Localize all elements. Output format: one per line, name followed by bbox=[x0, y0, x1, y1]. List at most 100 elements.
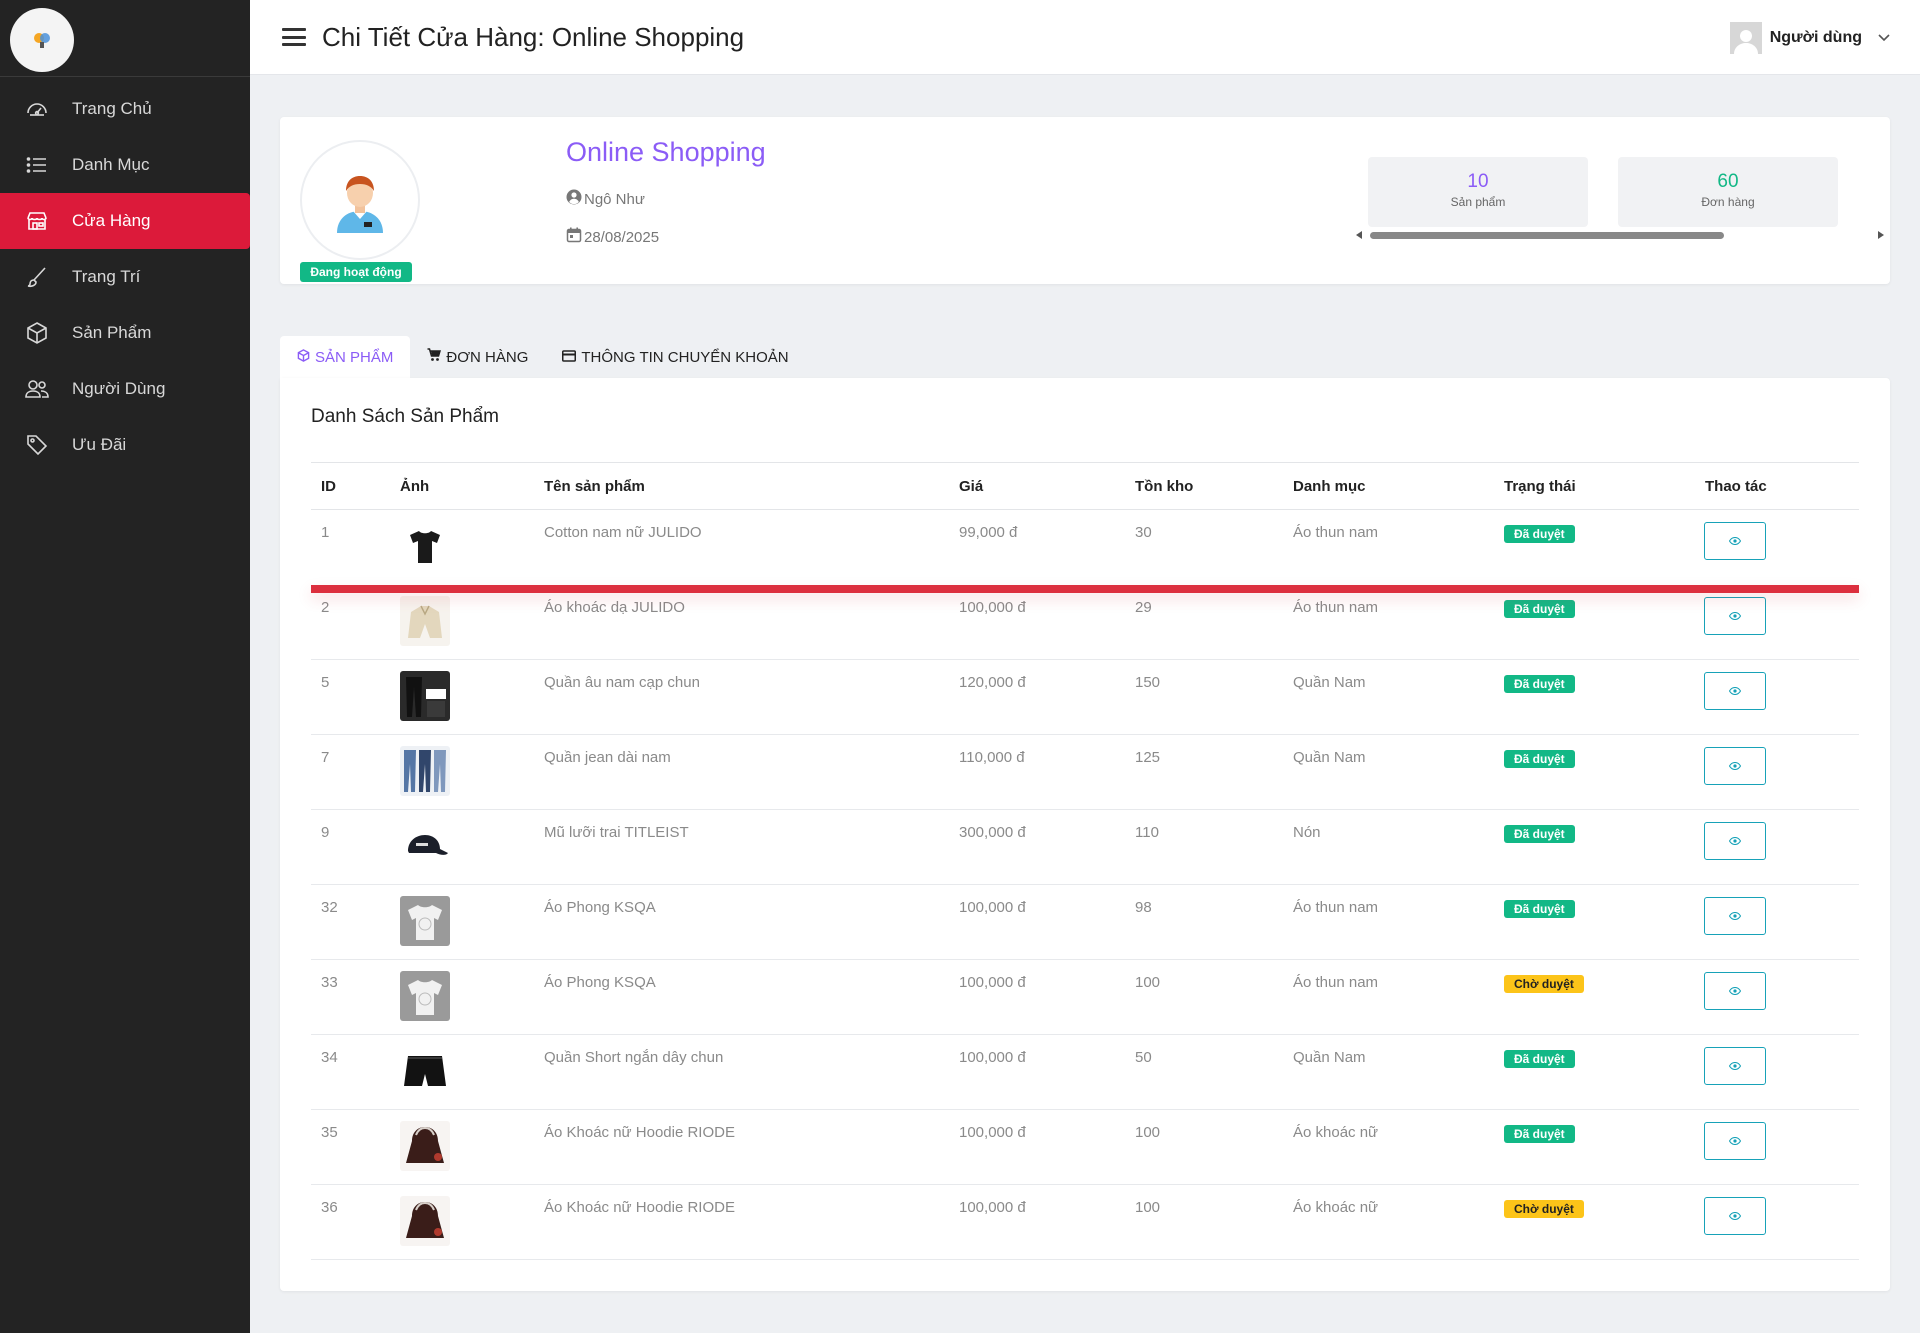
stat-products: 10 Sản phẩm bbox=[1368, 157, 1588, 227]
status-badge: Đã duyệt bbox=[1504, 750, 1575, 768]
sidebar-item-nguoi-dung[interactable]: Người Dùng bbox=[0, 361, 250, 417]
highlight-divider bbox=[311, 585, 1859, 593]
cell-id: 5 bbox=[321, 674, 330, 691]
cell-product-name: Áo khoác dạ JULIDO bbox=[544, 599, 685, 616]
cell-stock: 100 bbox=[1135, 974, 1161, 991]
cell-stock: 100 bbox=[1135, 1124, 1161, 1141]
view-product-button[interactable] bbox=[1704, 897, 1766, 935]
box-icon bbox=[24, 320, 50, 346]
cell-stock: 29 bbox=[1135, 599, 1152, 616]
view-product-button[interactable] bbox=[1704, 522, 1766, 560]
product-image bbox=[400, 596, 450, 646]
tab-orders[interactable]: ĐƠN HÀNG bbox=[410, 336, 545, 378]
stat-products-value: 10 bbox=[1467, 171, 1489, 192]
list-icon bbox=[24, 152, 50, 178]
column-header-actions: Thao tác bbox=[1705, 478, 1767, 495]
cube-icon bbox=[297, 348, 315, 366]
sidebar-item-trang-chu[interactable]: Trang Chủ bbox=[0, 81, 250, 137]
column-header-stock: Tồn kho bbox=[1135, 478, 1194, 495]
view-product-button[interactable] bbox=[1704, 597, 1766, 635]
cell-category: Áo thun nam bbox=[1293, 524, 1379, 541]
users-icon bbox=[24, 376, 50, 402]
sidebar-item-uu-dai[interactable]: Ưu Đãi bbox=[0, 417, 250, 473]
view-product-button[interactable] bbox=[1704, 822, 1766, 860]
tab-label: SẢN PHẨM bbox=[315, 348, 394, 366]
view-product-button[interactable] bbox=[1704, 1197, 1766, 1235]
shop-avatar bbox=[300, 140, 420, 260]
cart-icon bbox=[427, 348, 446, 366]
column-header-image: Ảnh bbox=[400, 478, 430, 495]
stats-scrollbar[interactable] bbox=[1356, 229, 1886, 241]
product-image bbox=[400, 521, 450, 571]
cell-price: 120,000 đ bbox=[959, 674, 1026, 691]
cell-id: 1 bbox=[321, 524, 330, 541]
cell-id: 9 bbox=[321, 824, 330, 841]
cell-stock: 110 bbox=[1135, 824, 1159, 841]
menu-toggle-icon[interactable] bbox=[282, 28, 306, 46]
avatar bbox=[1729, 22, 1762, 54]
cell-category: Nón bbox=[1293, 824, 1321, 841]
cell-price: 100,000 đ bbox=[959, 974, 1026, 991]
cell-product-name: Mũ lưỡi trai TITLEIST bbox=[544, 824, 689, 841]
view-product-button[interactable] bbox=[1704, 747, 1766, 785]
status-badge: Đã duyệt bbox=[1504, 675, 1575, 693]
eye-icon bbox=[1728, 1132, 1742, 1150]
table-row: 2 Áo khoác dạ JULIDO 100,000 đ 29 Áo thun na… bbox=[311, 585, 1859, 660]
cell-stock: 98 bbox=[1135, 899, 1152, 916]
product-image bbox=[400, 821, 450, 871]
sidebar: Trang Chủ Danh Mục Cửa Hàng Trang Trí Sả… bbox=[0, 0, 250, 1333]
shop-info-card: Đang hoạt động Online Shopping Ngô Như 2… bbox=[280, 117, 1890, 284]
sidebar-nav: Trang Chủ Danh Mục Cửa Hàng Trang Trí Sả… bbox=[0, 77, 250, 473]
view-product-button[interactable] bbox=[1704, 1122, 1766, 1160]
dashboard-icon bbox=[24, 96, 50, 122]
status-badge: Đã duyệt bbox=[1504, 1125, 1575, 1143]
sidebar-item-san-pham[interactable]: Sản Phẩm bbox=[0, 305, 250, 361]
table-row: 5 Quần âu nam cạp chun 120,000 đ 150 Quần Na… bbox=[311, 660, 1859, 735]
view-product-button[interactable] bbox=[1704, 972, 1766, 1010]
product-image bbox=[400, 746, 450, 796]
tab-products[interactable]: SẢN PHẨM bbox=[280, 336, 411, 378]
column-header-price: Giá bbox=[959, 478, 984, 495]
brush-icon bbox=[24, 264, 50, 290]
cell-id: 2 bbox=[321, 599, 330, 616]
shop-status-badge: Đang hoạt động bbox=[300, 262, 412, 282]
eye-icon bbox=[1728, 757, 1742, 775]
scroll-left-icon[interactable] bbox=[1356, 231, 1362, 239]
cell-category: Áo khoác nữ bbox=[1293, 1124, 1379, 1141]
sidebar-item-trang-tri[interactable]: Trang Trí bbox=[0, 249, 250, 305]
cell-price: 99,000 đ bbox=[959, 524, 1018, 541]
sidebar-item-danh-muc[interactable]: Danh Mục bbox=[0, 137, 250, 193]
cell-category: Áo thun nam bbox=[1293, 599, 1379, 616]
stat-products-label: Sản phẩm bbox=[1450, 195, 1506, 209]
column-header-status: Trạng thái bbox=[1504, 478, 1576, 495]
table-row: 35 Áo Khoác nữ Hoodie RIODE 100,000 đ 100 Áo… bbox=[311, 1110, 1859, 1185]
tab-label: THÔNG TIN CHUYỂN KHOẢN bbox=[581, 348, 789, 366]
cell-product-name: Quần Short ngắn dây chun bbox=[544, 1049, 724, 1066]
cell-price: 300,000 đ bbox=[959, 824, 1026, 841]
cell-stock: 150 bbox=[1135, 674, 1161, 691]
scrollbar-thumb[interactable] bbox=[1370, 232, 1724, 239]
eye-icon bbox=[1728, 1057, 1742, 1075]
product-image bbox=[400, 971, 450, 1021]
stat-orders: 60 Đơn hàng bbox=[1618, 157, 1838, 227]
logo[interactable] bbox=[10, 8, 74, 72]
column-header-name: Tên sản phẩm bbox=[544, 478, 645, 495]
table-body: 1 Cotton nam nữ JULIDO 99,000 đ 30 Áo thun n… bbox=[311, 510, 1859, 1260]
cell-id: 32 bbox=[321, 899, 338, 916]
view-product-button[interactable] bbox=[1704, 1047, 1766, 1085]
cell-price: 100,000 đ bbox=[959, 1049, 1026, 1066]
scroll-right-icon[interactable] bbox=[1878, 231, 1884, 239]
product-image bbox=[400, 671, 450, 721]
eye-icon bbox=[1728, 1207, 1742, 1225]
user-menu[interactable]: Người dùng bbox=[1729, 22, 1890, 54]
view-product-button[interactable] bbox=[1704, 672, 1766, 710]
cell-id: 33 bbox=[321, 974, 338, 991]
shop-date-value: 28/08/2025 bbox=[584, 228, 660, 246]
cell-product-name: Quần jean dài nam bbox=[544, 749, 671, 766]
sidebar-item-cua-hang[interactable]: Cửa Hàng bbox=[0, 193, 250, 249]
column-header-id: ID bbox=[321, 478, 336, 495]
cell-category: Áo thun nam bbox=[1293, 899, 1379, 916]
table-header: ID Ảnh Tên sản phẩm Giá Tồn kho Danh mục… bbox=[311, 462, 1859, 510]
tab-transfer-info[interactable]: THÔNG TIN CHUYỂN KHOẢN bbox=[545, 336, 805, 378]
eye-icon bbox=[1728, 982, 1742, 1000]
